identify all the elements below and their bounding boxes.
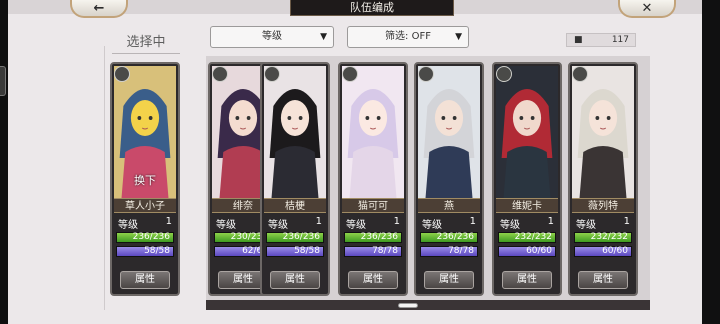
character-name: 燕 bbox=[418, 198, 480, 213]
character-name: 薇列特 bbox=[572, 198, 634, 213]
attribute-button[interactable]: 属性 bbox=[348, 271, 398, 289]
hp-value: 232/232 bbox=[590, 232, 628, 242]
attribute-button[interactable]: 属性 bbox=[120, 271, 170, 289]
level-value: 1 bbox=[623, 216, 630, 227]
roster-bottom-strip bbox=[206, 300, 650, 310]
filter-dropdown-value: 筛选: OFF bbox=[385, 31, 431, 42]
hp-value: 236/236 bbox=[282, 232, 320, 242]
selected-label: 选择中 bbox=[112, 32, 180, 54]
level-label: 等级 bbox=[118, 220, 138, 231]
character-portrait bbox=[264, 66, 326, 198]
back-arrow-icon: ← bbox=[93, 0, 105, 16]
person-icon: ■ bbox=[574, 35, 583, 45]
level-label: 等级 bbox=[268, 220, 288, 231]
filter-dropdown[interactable]: 筛选: OFF ▼ bbox=[347, 26, 469, 48]
level-label: 等级 bbox=[346, 220, 366, 231]
character-card[interactable]: 维妮卡等级 1 232/232 60/60 属性 bbox=[492, 62, 562, 296]
level-label: 等级 bbox=[500, 220, 520, 231]
mp-bar: 78/78 bbox=[420, 246, 478, 257]
attribute-button[interactable]: 属性 bbox=[270, 271, 320, 289]
mp-value: 58/58 bbox=[144, 246, 170, 256]
mp-value: 60/60 bbox=[526, 246, 552, 256]
attribute-button[interactable]: 属性 bbox=[424, 271, 474, 289]
back-button[interactable]: ← bbox=[70, 0, 128, 18]
character-portrait bbox=[572, 66, 634, 198]
level-value: 1 bbox=[315, 216, 322, 227]
mp-value: 60/60 bbox=[602, 246, 628, 256]
hp-value: 236/236 bbox=[360, 232, 398, 242]
mp-bar: 60/60 bbox=[574, 246, 632, 257]
scroll-indicator[interactable] bbox=[398, 303, 418, 308]
level-label: 等级 bbox=[576, 220, 596, 231]
chevron-down-icon: ▼ bbox=[455, 32, 462, 42]
roster-count: ■ 117 bbox=[566, 33, 636, 47]
attribute-button[interactable]: 属性 bbox=[578, 271, 628, 289]
level-row: 等级 1 bbox=[116, 216, 174, 231]
chevron-down-icon: ▼ bbox=[320, 32, 327, 42]
level-row: 等级 1 bbox=[498, 216, 556, 231]
class-icon bbox=[572, 66, 588, 82]
character-name: 桔梗 bbox=[264, 198, 326, 213]
close-icon: ✕ bbox=[641, 0, 653, 16]
mp-bar: 78/78 bbox=[344, 246, 402, 257]
class-icon bbox=[496, 66, 512, 82]
hp-bar: 236/236 bbox=[344, 232, 402, 243]
character-card[interactable]: 薇列特等级 1 232/232 60/60 属性 bbox=[568, 62, 638, 296]
hp-value: 232/232 bbox=[514, 232, 552, 242]
level-label: 等级 bbox=[422, 220, 442, 231]
left-screen-edge bbox=[0, 0, 8, 324]
close-button[interactable]: ✕ bbox=[618, 0, 676, 18]
roster-count-value: 117 bbox=[611, 35, 629, 45]
class-icon bbox=[418, 66, 434, 82]
sort-dropdown[interactable]: 等级 ▼ bbox=[210, 26, 334, 48]
attribute-button[interactable]: 属性 bbox=[502, 271, 552, 289]
hp-bar: 232/232 bbox=[498, 232, 556, 243]
character-portrait bbox=[418, 66, 480, 198]
level-value: 1 bbox=[393, 216, 400, 227]
mp-bar: 58/58 bbox=[266, 246, 324, 257]
mp-value: 78/78 bbox=[372, 246, 398, 256]
side-handle[interactable] bbox=[0, 66, 6, 96]
mp-bar: 58/58 bbox=[116, 246, 174, 257]
hp-value: 236/236 bbox=[436, 232, 474, 242]
mp-value: 58/58 bbox=[294, 246, 320, 256]
level-value: 1 bbox=[165, 216, 172, 227]
character-name: 猫可可 bbox=[342, 198, 404, 213]
character-card[interactable]: 猫可可等级 1 236/236 78/78 属性 bbox=[338, 62, 408, 296]
hp-bar: 232/232 bbox=[574, 232, 632, 243]
hp-value: 236/236 bbox=[132, 232, 170, 242]
character-portrait bbox=[496, 66, 558, 198]
level-row: 等级 1 bbox=[266, 216, 324, 231]
class-icon bbox=[212, 66, 228, 82]
page-title: 队伍编成 bbox=[290, 0, 454, 16]
class-icon bbox=[264, 66, 280, 82]
class-icon bbox=[114, 66, 130, 82]
right-screen-edge bbox=[702, 0, 720, 324]
level-row: 等级 1 bbox=[420, 216, 478, 231]
character-portrait bbox=[342, 66, 404, 198]
hp-bar: 236/236 bbox=[266, 232, 324, 243]
level-row: 等级 1 bbox=[574, 216, 632, 231]
character-name: 草人小子 bbox=[114, 198, 176, 213]
hp-bar: 236/236 bbox=[116, 232, 174, 243]
character-name: 维妮卡 bbox=[496, 198, 558, 213]
character-card[interactable]: 桔梗等级 1 236/236 58/58 属性 bbox=[260, 62, 330, 296]
sort-dropdown-value: 等级 bbox=[262, 31, 282, 42]
level-value: 1 bbox=[547, 216, 554, 227]
selected-character-card[interactable]: 换下草人小子等级 1 236/236 58/58 属性 bbox=[110, 62, 180, 296]
level-value: 1 bbox=[469, 216, 476, 227]
swap-label: 换下 bbox=[134, 174, 156, 187]
mp-value: 78/78 bbox=[448, 246, 474, 256]
level-label: 等级 bbox=[216, 220, 236, 231]
class-icon bbox=[342, 66, 358, 82]
character-card[interactable]: 燕等级 1 236/236 78/78 属性 bbox=[414, 62, 484, 296]
mp-bar: 60/60 bbox=[498, 246, 556, 257]
level-row: 等级 1 bbox=[344, 216, 402, 231]
hp-bar: 236/236 bbox=[420, 232, 478, 243]
